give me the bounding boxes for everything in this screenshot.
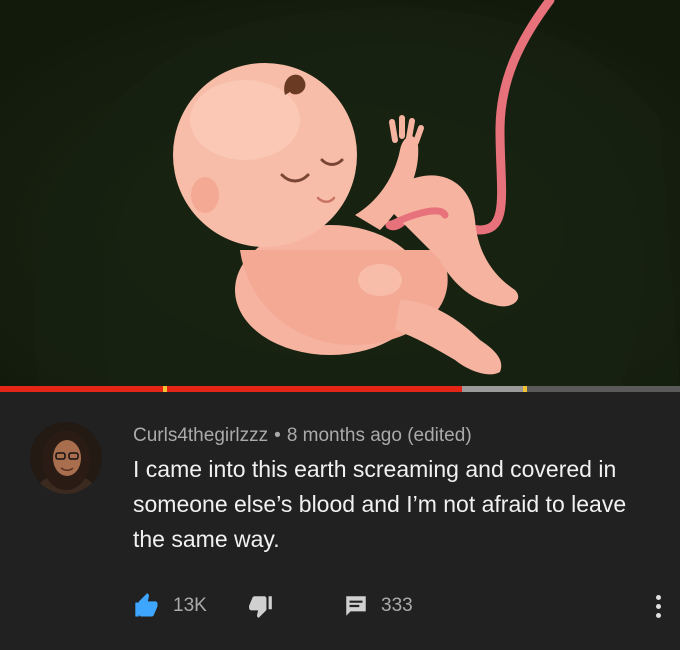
thumbs-down-icon <box>249 596 272 618</box>
like-count: 13K <box>173 595 207 616</box>
reply-count: 333 <box>381 595 413 616</box>
comment-thread: Curls4thegirlzzz • 8 months ago (edited) I… <box>0 392 680 650</box>
comment-icon <box>346 596 366 616</box>
comment-actions: 13K 333 <box>0 588 680 624</box>
comment-text: I came into this earth screaming and cov… <box>133 456 627 552</box>
dislike-button[interactable] <box>248 588 274 624</box>
separator-dot: • <box>274 425 281 446</box>
comment-header: Curls4thegirlzzz • 8 months ago (edited) <box>133 425 472 447</box>
avatar[interactable] <box>30 422 102 494</box>
comment-author[interactable]: Curls4thegirlzzz <box>133 425 268 446</box>
fetus-illustration <box>0 0 680 386</box>
reply-button[interactable]: 333 <box>343 588 413 624</box>
video-player[interactable] <box>0 0 680 386</box>
thumbs-up-icon <box>135 593 158 617</box>
comment-time[interactable]: 8 months ago (edited) <box>287 425 472 446</box>
more-vert-icon[interactable] <box>646 588 670 624</box>
like-button[interactable]: 13K <box>133 588 207 624</box>
